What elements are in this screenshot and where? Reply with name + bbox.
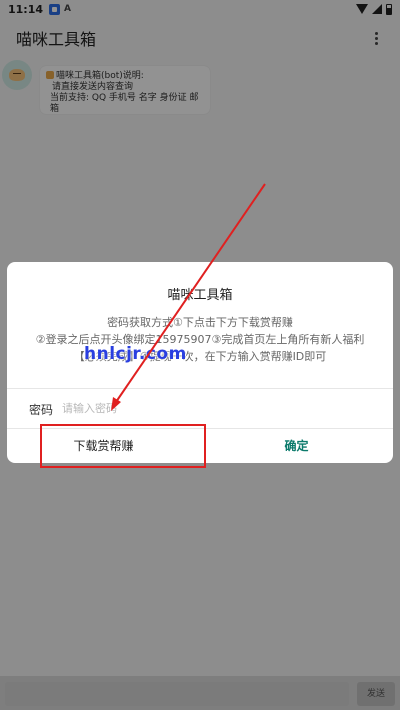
dialog-message-line: 密码获取方式①下点击下方下载赏帮赚 xyxy=(107,316,293,329)
divider xyxy=(7,388,393,389)
confirm-button[interactable]: 确定 xyxy=(200,429,393,463)
dialog-message: 密码获取方式①下点击下方下载赏帮赚 ②登录之后点开头像绑定15975907③完成… xyxy=(7,314,393,365)
dialog-message-line: 【必须完成】④提现一次，在下方输入赏帮赚ID即可 xyxy=(73,350,327,363)
password-input[interactable] xyxy=(62,396,362,420)
watermark-text: hnlcjr.com xyxy=(84,344,187,364)
highlight-box xyxy=(40,424,206,468)
dialog-message-line: ②登录之后点开头像绑定15975907③完成首页左上角所有新人福利 xyxy=(35,333,365,346)
dialog-title: 喵咪工具箱 xyxy=(167,288,233,303)
password-label: 密码 xyxy=(29,403,54,417)
screen: 11:14 A 喵咪工具箱 喵咪工具箱(bot)说明: 请直接发送内容查询 当前… xyxy=(0,0,400,710)
